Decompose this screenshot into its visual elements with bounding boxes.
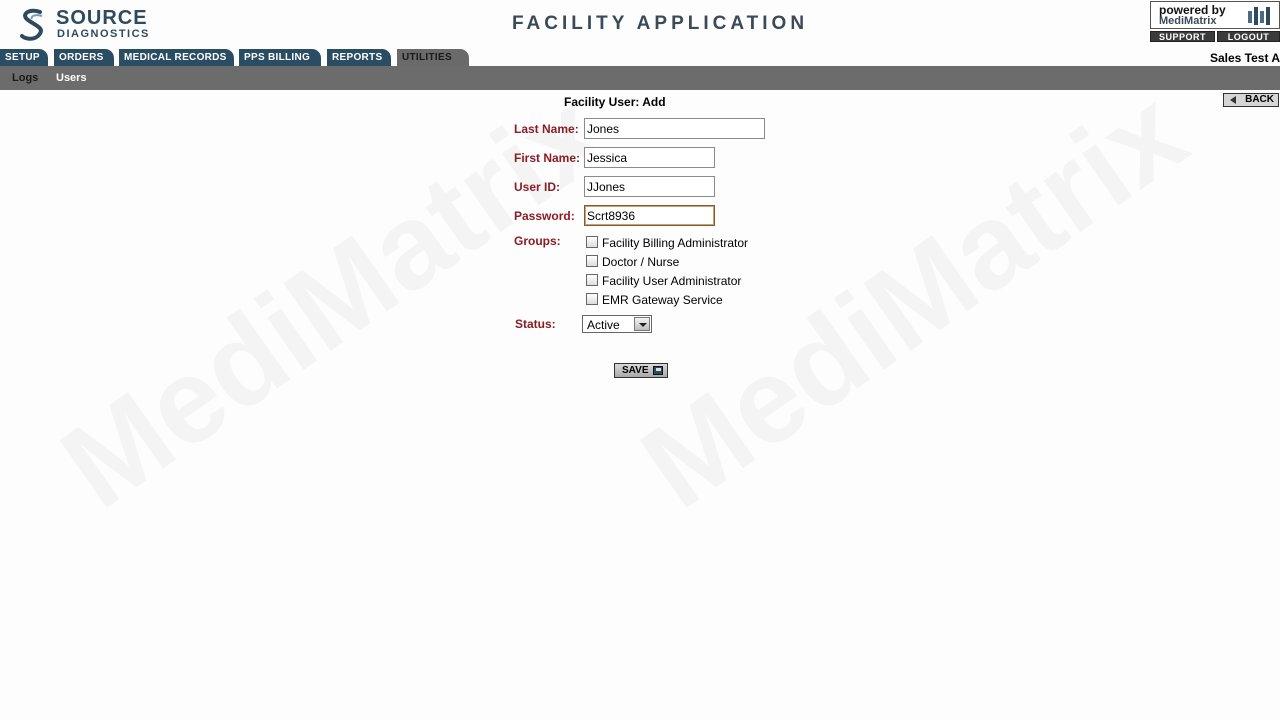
tab-setup[interactable]: SETUP (0, 49, 48, 66)
save-disk-icon (653, 366, 663, 375)
sub-navigation: Logs Users (0, 66, 1280, 90)
tab-medical-records[interactable]: MEDICAL RECORDS (119, 49, 234, 66)
last-name-label: Last Name: (514, 122, 579, 136)
tab-reports[interactable]: REPORTS (327, 49, 391, 66)
logo-swirl-icon (20, 8, 43, 41)
support-button[interactable]: SUPPORT (1150, 31, 1215, 42)
chevron-down-icon[interactable] (634, 317, 650, 331)
group-option-label: Doctor / Nurse (602, 255, 680, 269)
status-label: Status: (515, 317, 556, 331)
tab-utilities[interactable]: UTILITIES (397, 49, 469, 66)
tab-pps-billing[interactable]: PPS BILLING (239, 49, 321, 66)
medimatrix-text: MediMatrix (1159, 15, 1217, 27)
group-option-label: EMR Gateway Service (602, 293, 723, 307)
medimatrix-logo-icon (1248, 7, 1270, 25)
group-option-label: Facility User Administrator (602, 274, 742, 288)
user-id-input[interactable] (584, 176, 715, 197)
logo-text-primary: SOURCE (56, 7, 148, 29)
logout-button[interactable]: LOGOUT (1217, 31, 1280, 42)
groups-label: Groups: (514, 234, 561, 248)
back-button[interactable]: BACK (1223, 93, 1279, 107)
group-option-label: Facility Billing Administrator (602, 236, 749, 250)
app-title: FACILITY APPLICATION (512, 13, 809, 34)
subnav-users-link[interactable]: Users (56, 72, 87, 84)
group-checkbox[interactable] (586, 236, 598, 248)
save-button-label: SAVE (622, 365, 649, 376)
password-input[interactable] (584, 205, 715, 226)
group-checkbox[interactable] (586, 274, 598, 286)
tab-orders[interactable]: ORDERS (54, 49, 114, 66)
account-name: Sales Test A (1209, 51, 1280, 65)
logo-text-secondary: DIAGNOSTICS (57, 28, 150, 40)
password-label: Password: (514, 209, 575, 223)
source-diagnostics-logo: SOURCE DIAGNOSTICS (16, 6, 166, 42)
user-id-label: User ID: (514, 180, 561, 194)
status-selected-value: Active (587, 318, 620, 332)
form-title: Facility User: Add (564, 95, 666, 109)
last-name-input[interactable] (584, 118, 765, 139)
subnav-logs-link[interactable]: Logs (12, 72, 38, 84)
status-select[interactable]: Active (582, 315, 652, 333)
group-checkbox[interactable] (586, 293, 598, 305)
group-checkbox[interactable] (586, 255, 598, 267)
first-name-input[interactable] (584, 147, 715, 168)
save-button[interactable]: SAVE (614, 363, 668, 378)
back-arrow-icon (1230, 96, 1236, 104)
first-name-label: First Name: (514, 151, 581, 165)
back-button-label: BACK (1245, 94, 1274, 105)
powered-by-badge: powered by MediMatrix (1150, 1, 1280, 29)
